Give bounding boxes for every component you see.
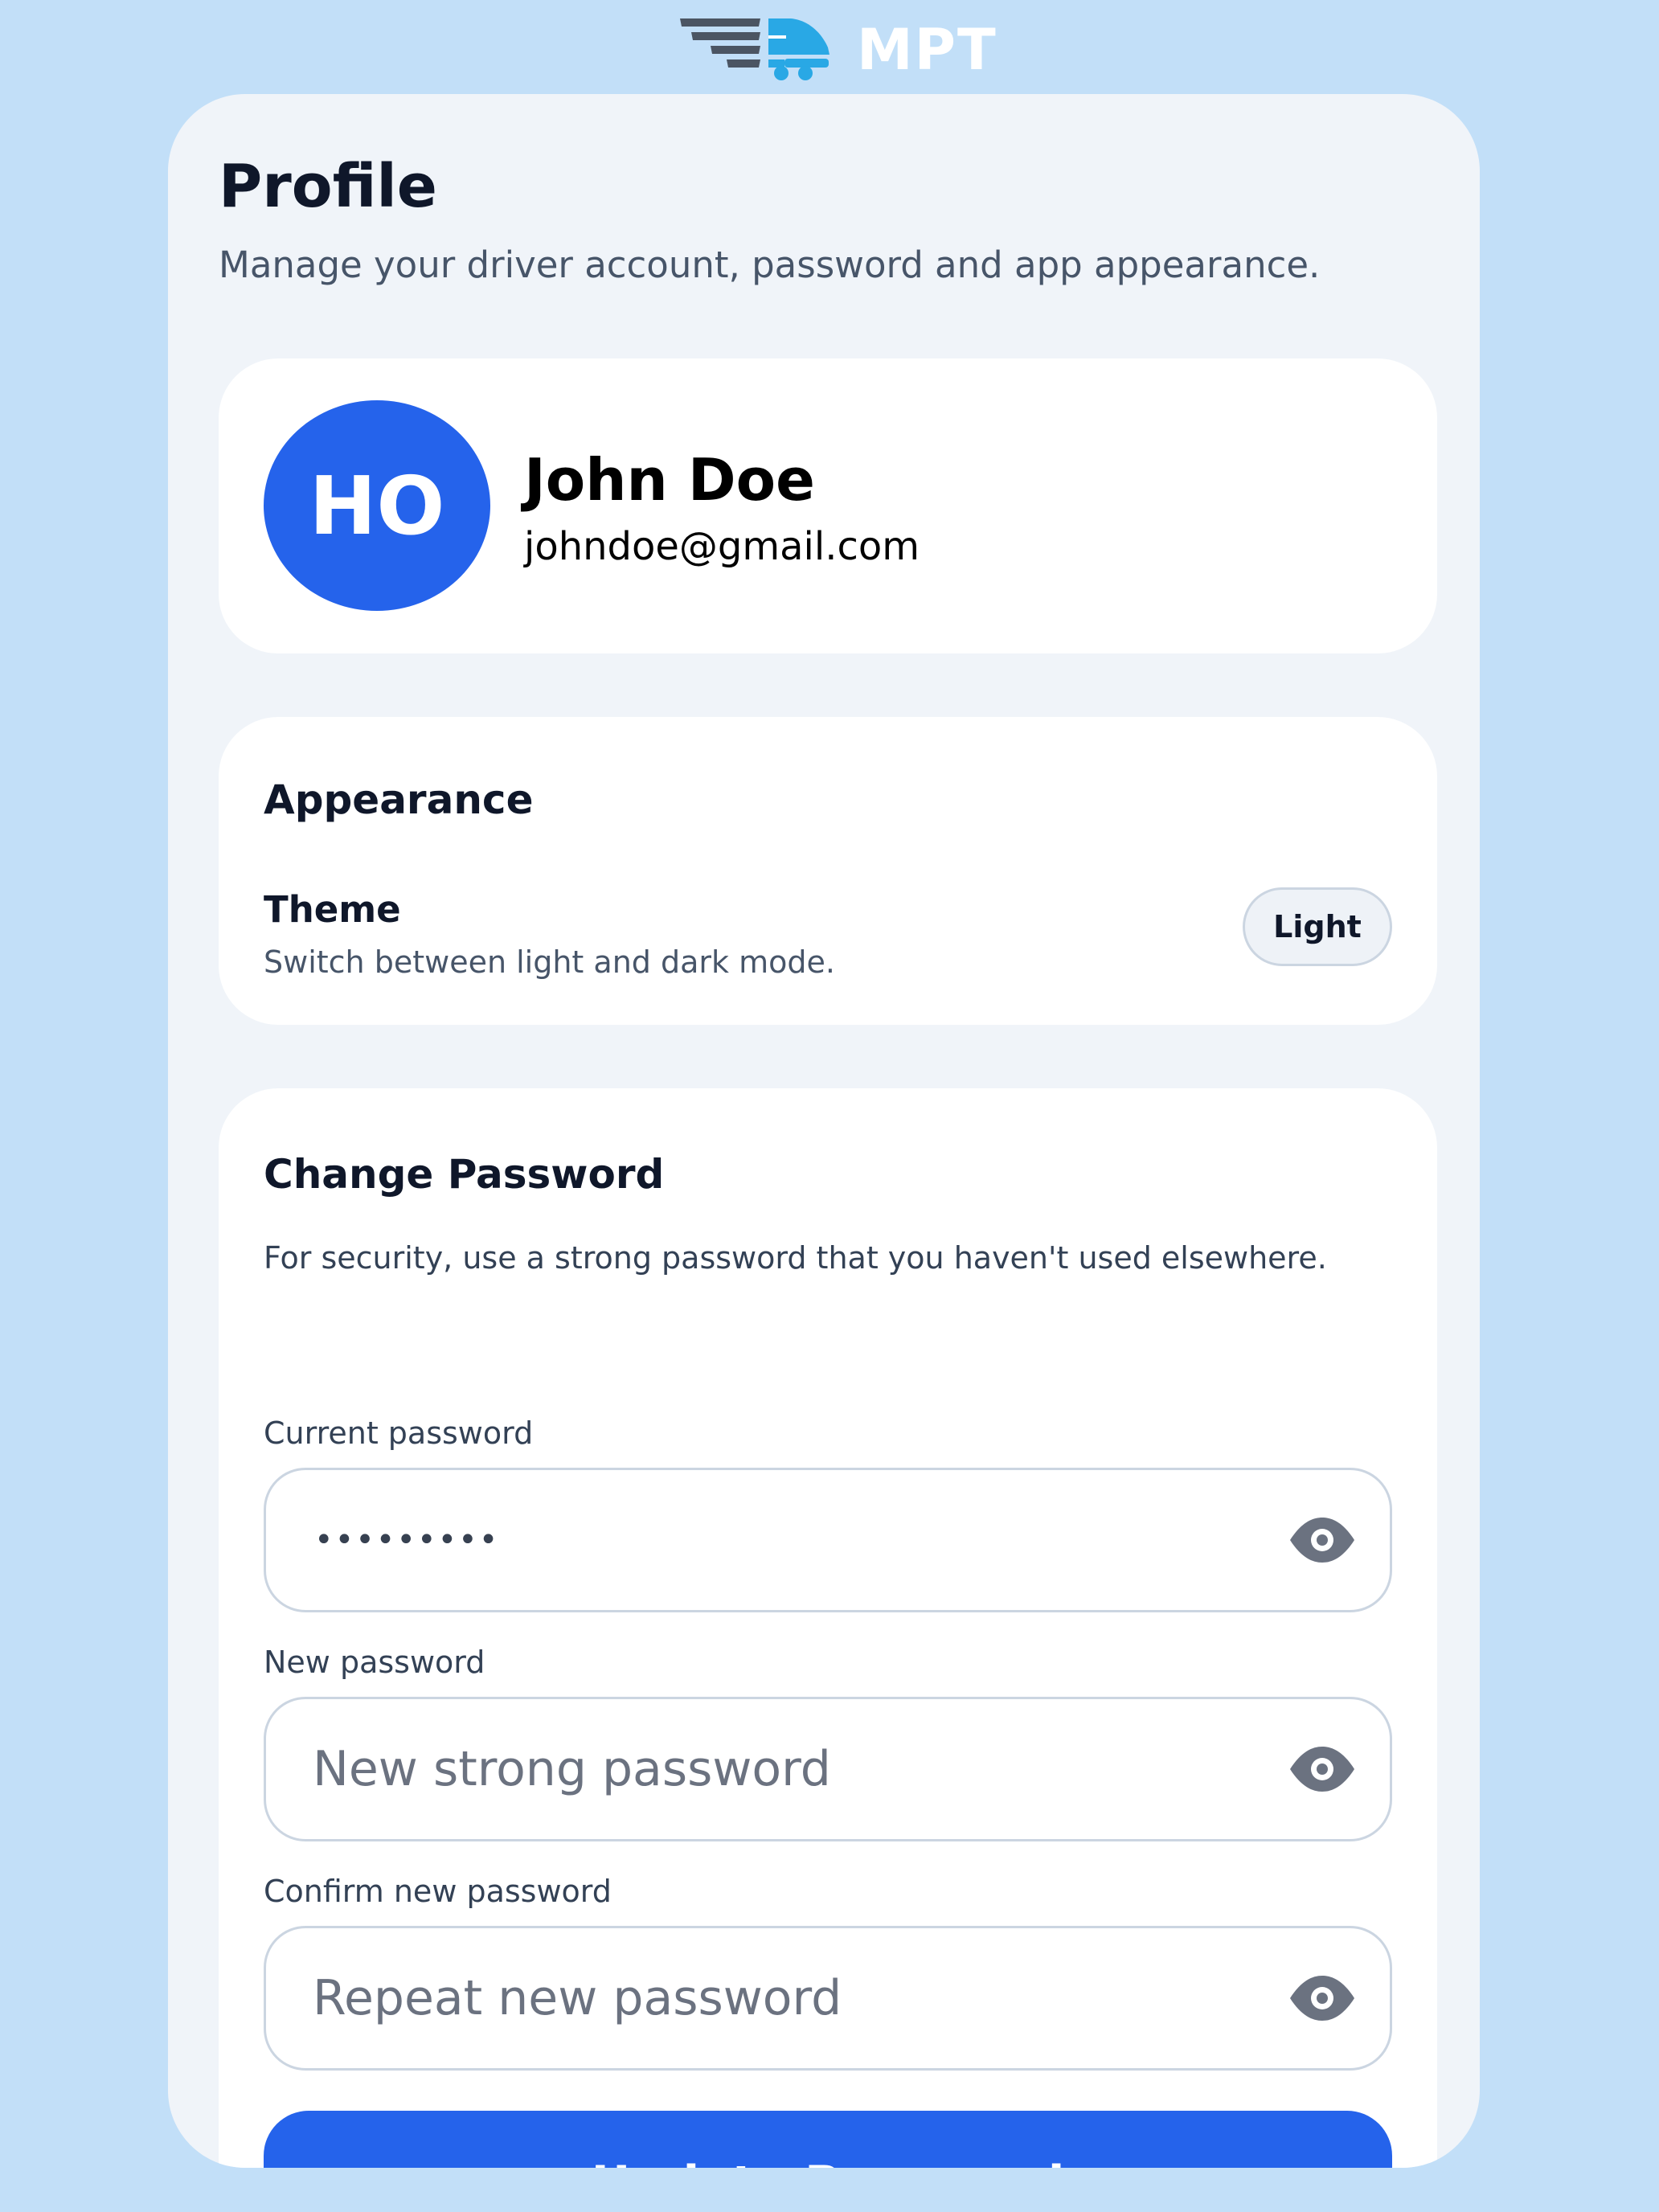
brand-name: MPT [857,17,997,83]
page-subtitle: Manage your driver account, password and… [219,244,1321,286]
update-password-button[interactable]: Update Password [264,2111,1392,2168]
eye-icon[interactable] [1287,1974,1358,2022]
current-password-field: ••••••••• [264,1468,1392,1612]
appearance-card: Appearance Theme Switch between light an… [219,717,1437,1025]
theme-toggle-button[interactable]: Light [1243,887,1392,966]
profile-panel: Profile Manage your driver account, pass… [168,94,1480,2168]
truck-logo-icon [680,18,830,80]
appearance-title: Appearance [264,776,534,823]
avatar: HO [264,400,490,611]
brand-logo: MPT [680,17,997,83]
page-title: Profile [219,152,437,221]
new-password-input[interactable] [313,1699,1237,1839]
confirm-password-input[interactable] [313,1928,1237,2068]
change-password-card: Change Password For security, use a stro… [219,1088,1437,2168]
confirm-password-field [264,1926,1392,2071]
avatar-initials: HO [309,458,445,553]
eye-icon[interactable] [1287,1745,1358,1793]
user-email: johndoe@gmail.com [524,524,920,569]
change-password-title: Change Password [264,1151,665,1198]
theme-label: Theme [264,888,401,931]
new-password-field [264,1697,1392,1841]
new-password-label: New password [264,1645,485,1680]
password-description: For security, use a strong password that… [264,1240,1327,1276]
eye-icon[interactable] [1287,1516,1358,1564]
profile-card: HO John Doe johndoe@gmail.com [219,358,1437,653]
current-password-label: Current password [264,1415,534,1451]
theme-description: Switch between light and dark mode. [264,944,835,980]
confirm-password-label: Confirm new password [264,1874,612,1909]
current-password-input[interactable] [313,1470,1237,1610]
user-name: John Doe [524,446,815,514]
